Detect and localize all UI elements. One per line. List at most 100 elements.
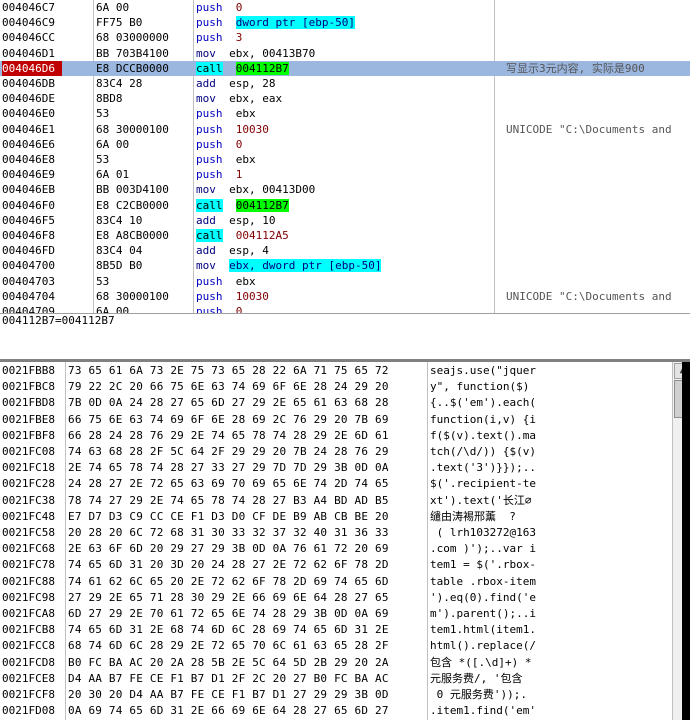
disasm-row[interactable]: 004046E6 6A 00 push 0 bbox=[0, 137, 690, 152]
dump-row[interactable]: 0021FCF8 20 30 20 D4 AA B7 FE CE F1 B7 D1… bbox=[0, 687, 672, 703]
mnemonic: push bbox=[196, 137, 223, 151]
instruction: push 0 bbox=[196, 137, 491, 152]
dump-address: 0021FD08 bbox=[2, 704, 55, 718]
dump-hex-bytes: 20 30 20 D4 AA B7 FE CE F1 B7 D1 27 29 2… bbox=[68, 688, 389, 701]
dump-text: ').eq(0).find('e bbox=[430, 590, 536, 604]
dump-hex-bytes: 68 74 6D 6C 28 29 2E 72 65 70 6C 61 63 6… bbox=[68, 639, 389, 653]
dump-row[interactable]: 0021FC28 24 28 27 2E 72 65 63 69 70 69 65… bbox=[0, 476, 672, 492]
address: 004046C9 bbox=[2, 16, 55, 30]
dump-row[interactable]: 0021FC48 E7 D7 D3 C9 CC CE F1 D3 D0 CF DE… bbox=[0, 509, 672, 525]
instruction: mov ebx, dword ptr [ebp-50] bbox=[196, 258, 491, 273]
disasm-row[interactable]: 004046E9 6A 01 push 1 bbox=[0, 167, 690, 182]
memory-dump-pane[interactable]: 0021FBB8 73 65 61 6A 73 2E 75 73 65 28 22… bbox=[0, 362, 672, 720]
operand: ebx, 00413B70 bbox=[229, 46, 316, 60]
instruction: push ebx bbox=[196, 106, 491, 121]
disasm-row[interactable]: 004046CC 68 03000000 push 3 bbox=[0, 30, 690, 45]
disasm-row[interactable]: 004046D6 E8 DCCB0000 call 004112B7 写显示3元内容,… bbox=[0, 60, 690, 76]
dump-row[interactable]: 0021FC78 74 65 6D 31 20 3D 20 24 28 27 2E… bbox=[0, 557, 672, 573]
disasm-row[interactable]: 004046D1 BB 703B4100 mov ebx, 00413B70 bbox=[0, 46, 690, 61]
disasm-row[interactable]: 004046E1 68 30000100 push 10030 UNICODE "C:… bbox=[0, 122, 690, 137]
mnemonic: call bbox=[196, 229, 223, 242]
dump-row[interactable]: 0021FC98 27 29 2E 65 71 28 30 29 2E 66 69… bbox=[0, 590, 672, 606]
disasm-row[interactable]: 00404704 68 30000100 push 10030 UNICODE "C:… bbox=[0, 289, 690, 304]
operand: 004112A5 bbox=[235, 229, 289, 242]
opcode-bytes: FF75 B0 bbox=[96, 16, 143, 30]
operand: ebx bbox=[235, 107, 256, 121]
opcode-bytes: 53 bbox=[96, 274, 110, 288]
dump-row[interactable]: 0021FC68 2E 63 6F 6D 20 29 27 29 3B 0D 0A… bbox=[0, 541, 672, 557]
dump-row[interactable]: 0021FBF8 66 28 24 28 76 29 2E 74 65 78 74… bbox=[0, 428, 672, 444]
mnemonic: push bbox=[196, 274, 223, 288]
dump-row[interactable]: 0021FD08 0A 69 74 65 6D 31 2E 66 69 6E 64… bbox=[0, 703, 672, 719]
dump-row[interactable]: 0021FCB8 74 65 6D 31 2E 68 74 6D 6C 28 69… bbox=[0, 622, 672, 638]
mnemonic: push bbox=[196, 289, 223, 303]
disasm-row[interactable]: 004046E0 53 push ebx bbox=[0, 106, 690, 121]
mnemonic: push bbox=[196, 107, 223, 121]
dump-hex-bytes: D4 AA B7 FE CE F1 B7 D1 2F 2C 20 27 B0 F… bbox=[68, 671, 389, 685]
disasm-row[interactable]: 004046DB 83C4 28 add esp, 28 bbox=[0, 76, 690, 91]
disasm-row[interactable]: 004046EB BB 003D4100 mov ebx, 00413D00 bbox=[0, 182, 690, 197]
instruction: push ebx bbox=[196, 152, 491, 167]
disasm-row[interactable]: 004046F5 83C4 10 add esp, 10 bbox=[0, 213, 690, 228]
dump-row[interactable]: 0021FCE8 D4 AA B7 FE CE F1 B7 D1 2F 2C 20… bbox=[0, 671, 672, 687]
mnemonic: push bbox=[196, 153, 223, 166]
dump-row[interactable]: 0021FC08 74 63 68 28 2F 5C 64 2F 29 29 20… bbox=[0, 444, 672, 460]
mnemonic: push bbox=[196, 31, 223, 45]
dump-address: 0021FCF8 bbox=[2, 688, 55, 701]
dump-row[interactable]: 0021FBD8 7B 0D 0A 24 28 27 65 6D 27 29 2E… bbox=[0, 395, 672, 411]
dump-row[interactable]: 0021FC18 2E 74 65 78 74 28 27 33 27 29 7D… bbox=[0, 460, 672, 476]
instruction: push ebx bbox=[196, 274, 491, 289]
opcode-bytes: E8 C2CB0000 bbox=[96, 198, 169, 212]
opcode-bytes: 53 bbox=[96, 107, 110, 121]
disasm-row[interactable]: 004046C9 FF75 B0 push dword ptr [ebp-50] bbox=[0, 15, 690, 30]
address: 004046F0 bbox=[2, 198, 55, 212]
column-divider[interactable] bbox=[427, 362, 428, 720]
dump-address: 0021FC68 bbox=[2, 542, 55, 556]
dump-text: xt').text('长江∅ bbox=[430, 493, 532, 507]
disasm-row[interactable]: 004046E8 53 push ebx bbox=[0, 152, 690, 167]
dump-row[interactable]: 0021FCC8 68 74 6D 6C 28 29 2E 72 65 70 6C… bbox=[0, 638, 672, 654]
dump-hex-bytes: 27 29 2E 65 71 28 30 29 2E 66 69 6E 64 2… bbox=[68, 590, 389, 604]
operand: 0 bbox=[235, 1, 243, 14]
dump-text: f($(v).text().ma bbox=[430, 428, 536, 442]
dump-address: 0021FC18 bbox=[2, 461, 55, 475]
dump-hex-bytes: E7 D7 D3 C9 CC CE F1 D3 D0 CF DE B9 AB C… bbox=[68, 509, 389, 523]
dump-text: .text('3')}});.. bbox=[430, 461, 536, 475]
mnemonic: add bbox=[196, 213, 216, 227]
address: 004046E6 bbox=[2, 137, 55, 151]
operand: dword ptr [ebp-50] bbox=[235, 16, 355, 30]
mnemonic: push bbox=[196, 1, 223, 14]
disasm-row[interactable]: 00404709 6A 00 push 0 bbox=[0, 304, 690, 313]
info-line: 004112B7=004112B7 bbox=[0, 313, 690, 328]
dump-row[interactable]: 0021FBB8 73 65 61 6A 73 2E 75 73 65 28 22… bbox=[0, 363, 672, 379]
dump-address: 0021FC28 bbox=[2, 477, 55, 491]
dump-text: 缱由涛裼邢薰 ? bbox=[430, 509, 516, 523]
dump-row[interactable]: 0021FCA8 6D 27 29 2E 70 61 72 65 6E 74 28… bbox=[0, 606, 672, 622]
dump-row[interactable]: 0021FCD8 B0 FC BA AC 20 2A 28 5B 2E 5C 64… bbox=[0, 655, 672, 671]
dump-row[interactable]: 0021FC88 74 61 62 6C 65 20 2E 72 62 6F 78… bbox=[0, 574, 672, 590]
disasm-row[interactable]: 004046F8 E8 A8CB0000 call 004112A5 bbox=[0, 228, 690, 243]
disasm-row[interactable]: 00404703 53 push ebx bbox=[0, 274, 690, 289]
mnemonic: push bbox=[196, 168, 223, 182]
operand: ebx, dword ptr [ebp-50] bbox=[229, 259, 382, 273]
dump-row[interactable]: 0021FBC8 79 22 2C 20 66 75 6E 63 74 69 6F… bbox=[0, 379, 672, 395]
opcode-bytes: 68 03000000 bbox=[96, 31, 169, 45]
dump-address: 0021FCA8 bbox=[2, 607, 55, 620]
dump-text: .com )');..var i bbox=[430, 542, 536, 556]
disasm-row[interactable]: 00404700 8B5D B0 mov ebx, dword ptr [ebp-5… bbox=[0, 258, 690, 273]
dump-text: y", function($) bbox=[430, 380, 536, 394]
dump-row[interactable]: 0021FC58 20 28 20 6C 72 68 31 30 33 32 37… bbox=[0, 525, 672, 541]
dump-address: 0021FBC8 bbox=[2, 380, 55, 394]
opcode-bytes: 83C4 10 bbox=[96, 213, 143, 227]
disassembly-pane[interactable]: 004046C7 6A 00 push 0 004046C9 FF75 B0 push d… bbox=[0, 0, 690, 313]
disasm-row[interactable]: 004046FD 83C4 04 add esp, 4 bbox=[0, 243, 690, 258]
dump-row[interactable]: 0021FBE8 66 75 6E 63 74 69 6F 6E 28 69 2C… bbox=[0, 412, 672, 428]
disasm-row[interactable]: 004046F0 E8 C2CB0000 call 004112B7 bbox=[0, 198, 690, 213]
dump-hex-bytes: 73 65 61 6A 73 2E 75 73 65 28 22 6A 71 7… bbox=[68, 364, 389, 377]
dump-row[interactable]: 0021FC38 78 74 27 29 2E 74 65 78 74 28 27… bbox=[0, 493, 672, 509]
disasm-row[interactable]: 004046C7 6A 00 push 0 bbox=[0, 0, 690, 15]
dump-text: tem1 = $('.rbox- bbox=[430, 558, 536, 572]
column-divider[interactable] bbox=[65, 362, 66, 720]
dump-text: function(i,v) {i bbox=[430, 412, 536, 426]
disasm-row[interactable]: 004046DE 8BD8 mov ebx, eax bbox=[0, 91, 690, 106]
